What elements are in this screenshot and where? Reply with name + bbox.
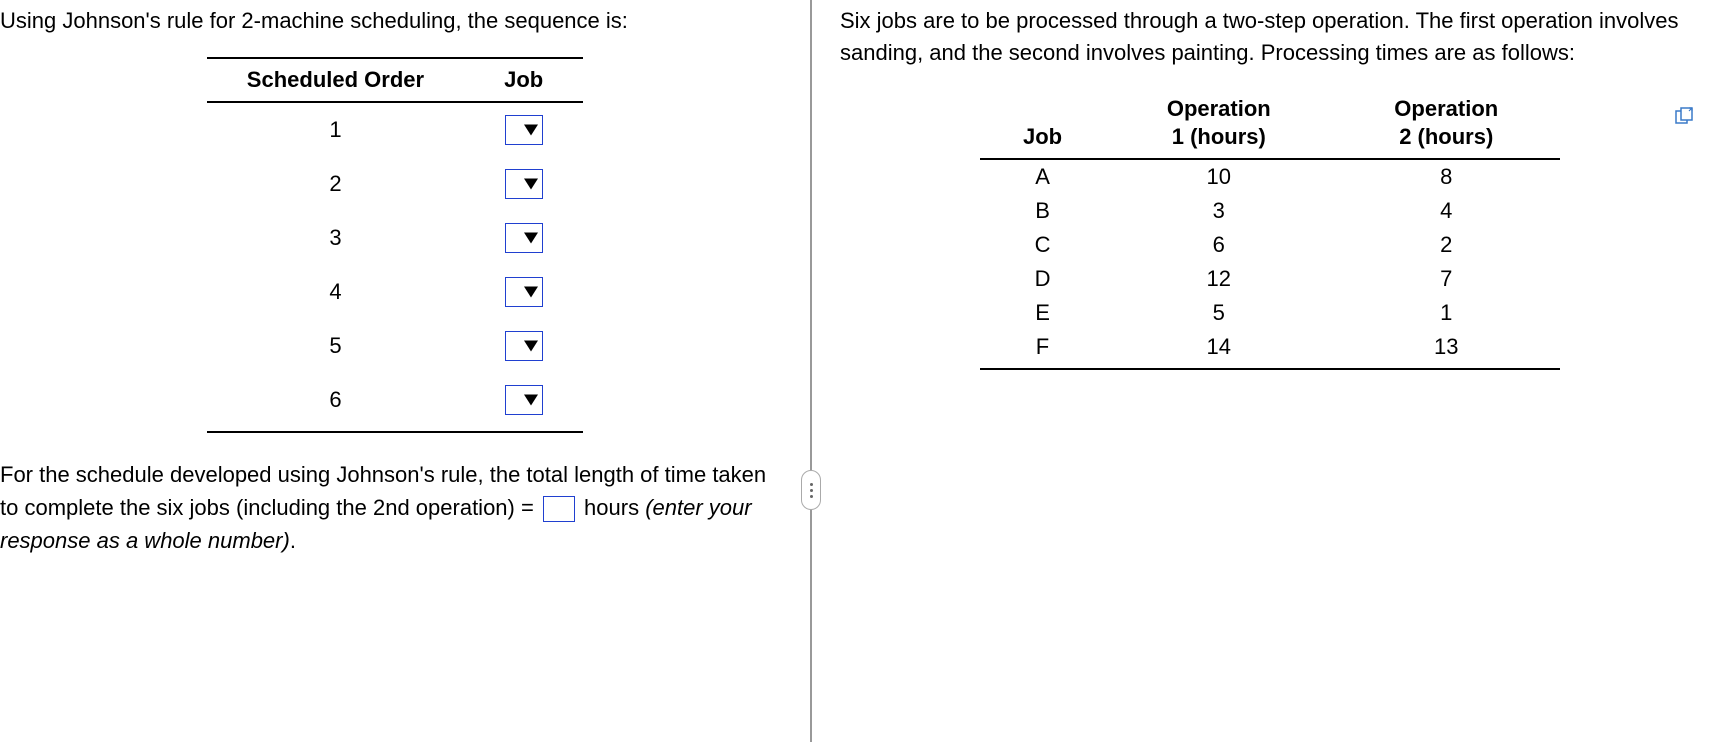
schedule-row: 2: [207, 157, 583, 211]
data-op2-cell: 1: [1333, 296, 1560, 330]
schedule-row: 5: [207, 319, 583, 373]
schedule-header-job: Job: [464, 58, 583, 102]
schedule-order-cell: 2: [207, 157, 464, 211]
schedule-order-cell: 3: [207, 211, 464, 265]
schedule-row: 3: [207, 211, 583, 265]
question-text: For the schedule developed using Johnson…: [0, 458, 790, 557]
popout-icon[interactable]: [1675, 105, 1695, 131]
schedule-order-cell: 5: [207, 319, 464, 373]
schedule-order-cell: 1: [207, 102, 464, 157]
left-panel: Using Johnson's rule for 2-machine sched…: [0, 0, 810, 742]
data-job-cell: B: [980, 194, 1105, 228]
total-time-input[interactable]: [543, 496, 575, 522]
data-row: A 10 8: [980, 159, 1560, 194]
processing-times-table: Job Operation1 (hours) Operation2 (hours…: [980, 89, 1560, 370]
data-header-job: Job: [980, 89, 1105, 159]
data-job-cell: E: [980, 296, 1105, 330]
data-op1-cell: 10: [1105, 159, 1332, 194]
chevron-down-icon: [524, 394, 538, 405]
schedule-table: Scheduled Order Job 1 2 3 4 5: [207, 57, 583, 433]
panel-drag-handle[interactable]: [801, 470, 821, 510]
data-op1-cell: 6: [1105, 228, 1332, 262]
data-row: D 12 7: [980, 262, 1560, 296]
left-intro-text: Using Johnson's rule for 2-machine sched…: [0, 5, 790, 37]
chevron-down-icon: [524, 124, 538, 135]
data-op1-cell: 12: [1105, 262, 1332, 296]
data-job-cell: A: [980, 159, 1105, 194]
panel-divider: [810, 0, 812, 742]
job-dropdown-3[interactable]: [505, 223, 543, 253]
chevron-down-icon: [524, 178, 538, 189]
data-row: B 3 4: [980, 194, 1560, 228]
chevron-down-icon: [524, 232, 538, 243]
data-row: E 5 1: [980, 296, 1560, 330]
data-job-cell: F: [980, 330, 1105, 369]
schedule-order-cell: 4: [207, 265, 464, 319]
data-header-op1: Operation1 (hours): [1105, 89, 1332, 159]
job-dropdown-4[interactable]: [505, 277, 543, 307]
schedule-order-cell: 6: [207, 373, 464, 432]
schedule-header-order: Scheduled Order: [207, 58, 464, 102]
question-post: hours: [578, 495, 645, 520]
data-job-cell: D: [980, 262, 1105, 296]
chevron-down-icon: [524, 286, 538, 297]
data-op1-cell: 3: [1105, 194, 1332, 228]
schedule-row: 6: [207, 373, 583, 432]
right-panel: Six jobs are to be processed through a t…: [810, 0, 1710, 742]
schedule-row: 1: [207, 102, 583, 157]
data-op2-cell: 2: [1333, 228, 1560, 262]
job-dropdown-5[interactable]: [505, 331, 543, 361]
chevron-down-icon: [524, 340, 538, 351]
data-op2-cell: 7: [1333, 262, 1560, 296]
question-end: .: [290, 528, 296, 553]
data-header-op2: Operation2 (hours): [1333, 89, 1560, 159]
job-dropdown-2[interactable]: [505, 169, 543, 199]
data-job-cell: C: [980, 228, 1105, 262]
data-row: C 6 2: [980, 228, 1560, 262]
data-op2-cell: 8: [1333, 159, 1560, 194]
data-op2-cell: 4: [1333, 194, 1560, 228]
data-row: F 14 13: [980, 330, 1560, 369]
data-op1-cell: 5: [1105, 296, 1332, 330]
data-op1-cell: 14: [1105, 330, 1332, 369]
job-dropdown-1[interactable]: [505, 115, 543, 145]
job-dropdown-6[interactable]: [505, 385, 543, 415]
schedule-row: 4: [207, 265, 583, 319]
data-op2-cell: 13: [1333, 330, 1560, 369]
right-intro-text: Six jobs are to be processed through a t…: [840, 5, 1700, 69]
